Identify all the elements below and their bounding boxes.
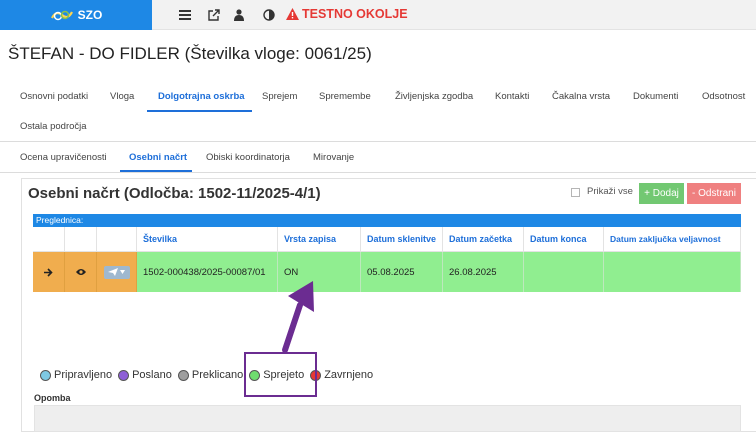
- grid-caption: Preglednica:: [33, 214, 741, 227]
- brand-name: SZO: [77, 8, 103, 22]
- column-header-select: [33, 227, 65, 252]
- tab-vloga[interactable]: Vloga: [110, 91, 134, 102]
- active-tab-indicator: [147, 110, 252, 112]
- external-link-icon[interactable]: [207, 8, 221, 22]
- top-bar: SZO TESTNO OKOLJE: [0, 0, 756, 30]
- note-textarea[interactable]: [34, 405, 741, 432]
- row-actions-cell[interactable]: [97, 252, 137, 292]
- legend-item-preklicano: Preklicano: [177, 369, 243, 381]
- show-all-label: Prikaži vse: [587, 186, 633, 197]
- contrast-icon[interactable]: [262, 8, 276, 22]
- send-dropdown-button[interactable]: [103, 265, 130, 279]
- list-icon[interactable]: [178, 8, 192, 22]
- column-header-datum-zacetka[interactable]: Datum začetka: [443, 227, 524, 252]
- tab-ostala-podrocja[interactable]: Ostala področja: [20, 121, 87, 132]
- cell-datum-zakljucka: [604, 252, 741, 292]
- column-header-datum-sklenitve[interactable]: Datum sklenitve: [361, 227, 443, 252]
- cell-stevilka: 1502-000438/2025-00087/01: [137, 252, 278, 292]
- subtab-mirovanje[interactable]: Mirovanje: [313, 152, 354, 163]
- legend-item-zavrnjeno: Zavrnjeno: [310, 369, 373, 381]
- environment-warning-text: TESTNO OKOLJE: [302, 7, 408, 21]
- column-header-view: [65, 227, 97, 252]
- column-header-datum-zakljucka[interactable]: Datum zaključka veljavnost: [604, 227, 741, 252]
- send-icon: [108, 268, 118, 276]
- tab-spremembe[interactable]: Spremembe: [319, 91, 371, 102]
- status-dot-icon: [40, 369, 51, 381]
- status-legend: Pripravljeno Poslano Preklicano Sprejeto…: [40, 369, 379, 381]
- column-header-actions: [97, 227, 137, 252]
- tab-odsotnost[interactable]: Odsotnost: [702, 91, 745, 102]
- status-dot-icon: [177, 369, 189, 381]
- column-header-datum-konca[interactable]: Datum konca: [524, 227, 604, 252]
- tab-zivljenjska-zgodba[interactable]: Življenjska zgodba: [395, 91, 473, 102]
- environment-warning: TESTNO OKOLJE: [286, 7, 408, 21]
- subtab-obiski-koordinatorja[interactable]: Obiski koordinatorja: [206, 152, 290, 163]
- cell-datum-konca: [524, 252, 604, 292]
- column-header-vrsta-zapisa[interactable]: Vrsta zapisa: [278, 227, 361, 252]
- add-button[interactable]: + Dodaj: [639, 183, 684, 204]
- legend-item-pripravljeno: Pripravljeno: [40, 369, 112, 381]
- tab-dokumenti[interactable]: Dokumenti: [633, 91, 678, 102]
- legend-item-poslano: Poslano: [118, 369, 172, 381]
- row-select-cell[interactable]: [33, 252, 65, 292]
- caret-down-icon: [120, 270, 125, 274]
- tab-sprejem[interactable]: Sprejem: [262, 91, 297, 102]
- szo-logo-icon: [50, 10, 73, 21]
- tabs-divider: [0, 141, 756, 142]
- subtabs-divider: [0, 172, 756, 173]
- subtab-ocena-upravicenosti[interactable]: Ocena upravičenosti: [20, 152, 107, 163]
- cell-datum-sklenitve: 05.08.2025: [361, 252, 443, 292]
- tab-dolgotrajna-oskrba[interactable]: Dolgotrajna oskrba: [158, 91, 245, 102]
- note-label: Opomba: [34, 393, 71, 403]
- brand-logo[interactable]: SZO: [0, 0, 152, 30]
- cell-datum-zacetka: 26.08.2025: [443, 252, 524, 292]
- warning-icon: [286, 8, 299, 20]
- user-icon[interactable]: [232, 8, 246, 22]
- tab-kontakti[interactable]: Kontakti: [495, 91, 529, 102]
- page-title: ŠTEFAN - DO FIDLER (Številka vloge: 0061…: [8, 44, 372, 63]
- tab-cakalna-vrsta[interactable]: Čakalna vrsta: [552, 91, 610, 102]
- panel-title: Osebni načrt (Odločba: 1502-11/2025-4/1): [28, 185, 321, 202]
- show-all-checkbox[interactable]: [571, 188, 580, 197]
- status-dot-icon: [118, 369, 130, 381]
- subtab-osebni-nacrt[interactable]: Osebni načrt: [129, 152, 187, 163]
- eye-icon: [75, 269, 86, 275]
- arrow-right-icon: [44, 267, 53, 277]
- column-header-stevilka[interactable]: Številka: [137, 227, 278, 252]
- annotation-highlight-box: [244, 352, 317, 397]
- cell-vrsta-zapisa: ON: [278, 252, 361, 292]
- tab-osnovni-podatki[interactable]: Osnovni podatki: [20, 91, 88, 102]
- row-view-cell[interactable]: [65, 252, 97, 292]
- remove-button[interactable]: - Odstrani: [687, 183, 741, 204]
